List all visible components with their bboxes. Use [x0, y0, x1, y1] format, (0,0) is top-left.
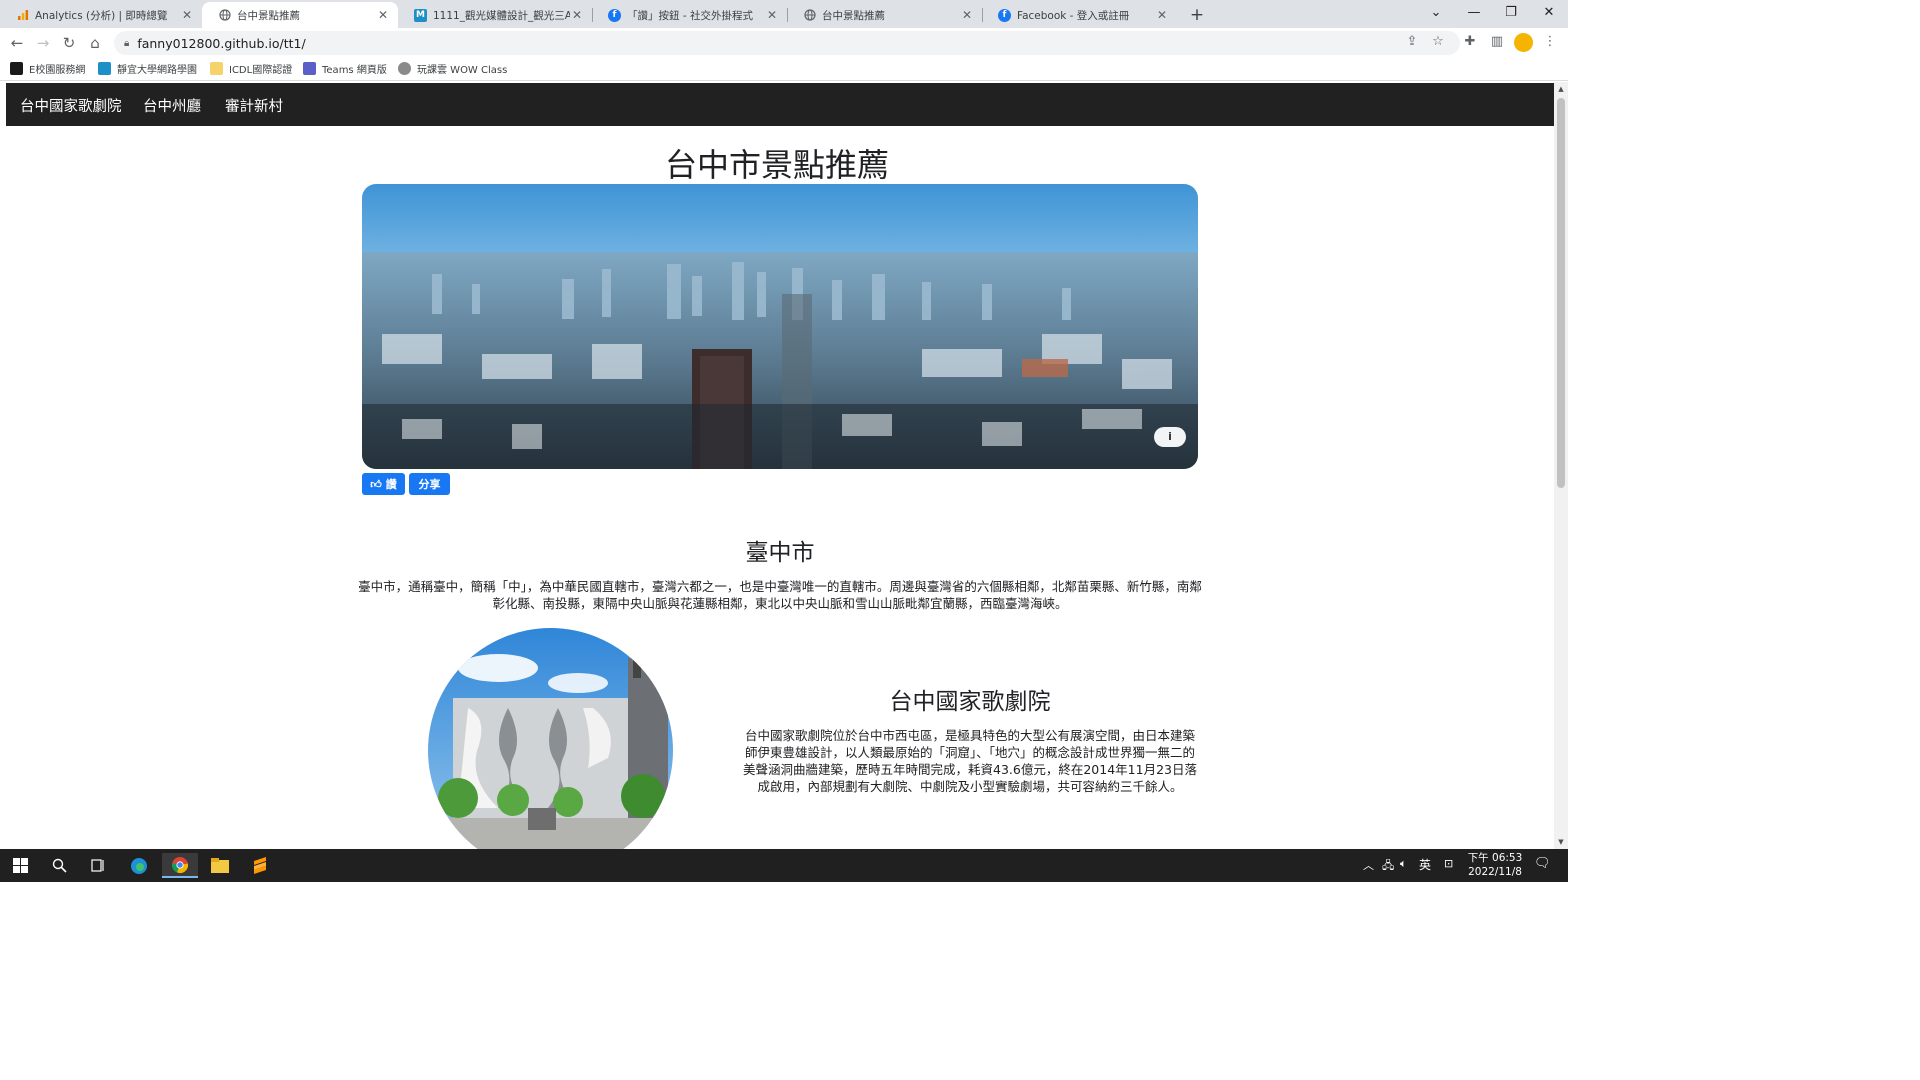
chrome-browser-icon[interactable] [162, 853, 198, 878]
sublime-text-icon[interactable] [242, 853, 278, 878]
tab-analytics[interactable]: Analytics (分析) | 即時總覽 ✕ [0, 2, 202, 28]
chevron-up-icon[interactable]: ︿ [1363, 857, 1374, 873]
new-tab-button[interactable]: + [1186, 4, 1208, 26]
close-icon[interactable]: ✕ [180, 8, 194, 22]
teams-icon [303, 62, 316, 75]
ime-indicator[interactable]: 英 [1419, 856, 1431, 873]
url-text: fanny012800.github.io/tt1/ [137, 35, 306, 51]
nav-link-shenji-village[interactable]: 審計新村 [225, 95, 283, 116]
globe-icon [803, 9, 816, 22]
windows-taskbar: ︿ 🖧︎ 🔈︎ 英 ⊡ 下午 06:53 2022/11/8 🗨︎ [0, 849, 1568, 882]
bookmarks-bar: E校園服務網 靜宜大學網路學園 ICDL國際認證 Teams 網頁版 玩課雲 W… [0, 57, 1568, 81]
ime-mode-icon[interactable]: ⊡ [1444, 857, 1453, 870]
close-icon[interactable]: ✕ [1155, 8, 1169, 22]
browser-toolbar: ← → ↻ ⌂ 🔒︎ fanny012800.github.io/tt1/ ⇪ … [0, 28, 1568, 57]
page-scrollbar[interactable]: ▲ ▼ [1554, 82, 1568, 849]
home-icon[interactable]: ⌂ [84, 32, 106, 54]
minimize-button[interactable]: — [1458, 2, 1490, 24]
analytics-icon [16, 9, 29, 22]
tab-course[interactable]: M 1111_觀光媒體設計_觀光三Aa組 ✕ [398, 2, 592, 28]
close-icon[interactable]: ✕ [960, 8, 974, 22]
m-icon: M [414, 8, 427, 22]
facebook-share-button[interactable]: 分享 [409, 473, 450, 495]
section-description: 臺中市，通稱臺中，簡稱「中」，為中華民國直轄市，臺灣六都之一，也是中臺灣唯一的直… [358, 579, 1202, 611]
search-icon[interactable] [41, 853, 77, 878]
volume-icon[interactable]: 🔈︎ [1400, 857, 1407, 871]
bookmark-item[interactable]: Teams 網頁版 [303, 61, 387, 76]
attraction-title: 台中國家歌劇院 [889, 689, 1051, 715]
facebook-like-button[interactable]: 👍︎ 讚 [362, 473, 405, 495]
side-panel-icon[interactable]: ▥ [1487, 32, 1507, 52]
thumbs-up-icon: 👍︎ [370, 477, 382, 491]
section-title: 臺中市 [745, 540, 815, 566]
nav-link-prefectural-hall[interactable]: 台中州廳 [143, 95, 201, 116]
restore-button[interactable]: ❐ [1495, 2, 1527, 24]
back-arrow-icon[interactable]: ← [6, 32, 28, 54]
scroll-down-arrow-icon[interactable]: ▼ [1557, 838, 1565, 846]
tab-taichung-active[interactable]: 台中景點推薦 ✕ [202, 2, 398, 28]
tab-strip: Analytics (分析) | 即時總覽 ✕ 台中景點推薦 ✕ M 1111_… [0, 0, 1568, 28]
system-clock[interactable]: 下午 06:53 2022/11/8 [1462, 851, 1528, 879]
close-icon[interactable]: ✕ [765, 8, 779, 22]
reload-icon[interactable]: ↻ [58, 32, 80, 54]
attraction-description: 台中國家歌劇院位於台中市西屯區，是極具特色的大型公有展演空間，由日本建築師伊東豊… [743, 728, 1197, 794]
city-skyline-image [362, 184, 1198, 469]
page-title: 台中市景點推薦 [664, 146, 889, 184]
network-icon[interactable]: 🖧︎ [1382, 857, 1394, 876]
lock-icon: 🔒︎ [124, 37, 130, 49]
folder-icon [210, 62, 223, 75]
close-icon[interactable]: ✕ [376, 8, 390, 22]
share-page-icon[interactable]: ⇪ [1402, 32, 1422, 52]
extensions-puzzle-icon[interactable]: ✚ [1460, 32, 1480, 52]
tab-taichung-2[interactable]: 台中景點推薦 ✕ [787, 2, 982, 28]
info-icon[interactable]: i [1154, 427, 1186, 447]
bookmark-item[interactable]: 玩課雲 WOW Class [398, 61, 507, 76]
notification-icon[interactable]: 🗨︎ [1534, 856, 1551, 871]
facebook-icon: f [998, 8, 1011, 22]
close-icon[interactable]: ✕ [570, 8, 584, 22]
globe-icon [218, 9, 231, 22]
address-bar[interactable]: 🔒︎ fanny012800.github.io/tt1/ [114, 31, 1460, 55]
opera-house-photo [428, 628, 673, 849]
close-window-button[interactable]: ✕ [1533, 2, 1565, 24]
scroll-up-arrow-icon[interactable]: ▲ [1557, 85, 1565, 93]
menu-kebab-icon[interactable]: ⋮ [1540, 32, 1560, 52]
wow-class-icon [398, 62, 411, 75]
windows-start-icon[interactable] [2, 853, 38, 878]
bookmark-item[interactable]: E校園服務網 [10, 61, 85, 76]
bookmark-m-icon [98, 62, 111, 75]
site-navbar: 台中國家歌劇院 台中州廳 審計新村 [6, 83, 1554, 126]
page-viewport: 台中國家歌劇院 台中州廳 審計新村 台中市景點推薦 i 👍︎ 讚 分享 臺中市 … [0, 82, 1554, 849]
bookmark-item[interactable]: 靜宜大學網路學園 [98, 61, 197, 76]
nav-link-opera-house[interactable]: 台中國家歌劇院 [20, 95, 122, 116]
forward-arrow-icon[interactable]: → [32, 32, 54, 54]
bookmark-e-campus-icon [10, 62, 23, 75]
edge-browser-icon[interactable] [121, 853, 157, 878]
task-view-icon[interactable] [80, 853, 116, 878]
file-explorer-icon[interactable] [202, 853, 238, 878]
bookmark-star-icon[interactable]: ☆ [1428, 32, 1448, 52]
scrollbar-thumb[interactable] [1557, 98, 1565, 488]
tab-facebook-login[interactable]: f Facebook - 登入或註冊 ✕ [982, 2, 1177, 28]
profile-avatar[interactable] [1514, 33, 1533, 52]
bookmark-item[interactable]: ICDL國際認證 [210, 61, 292, 76]
facebook-icon: f [608, 8, 621, 22]
tab-search-icon[interactable]: ⌄ [1420, 2, 1452, 24]
tab-like-plugin[interactable]: f 「讚」按鈕 - 社交外掛程式 ✕ [592, 2, 787, 28]
